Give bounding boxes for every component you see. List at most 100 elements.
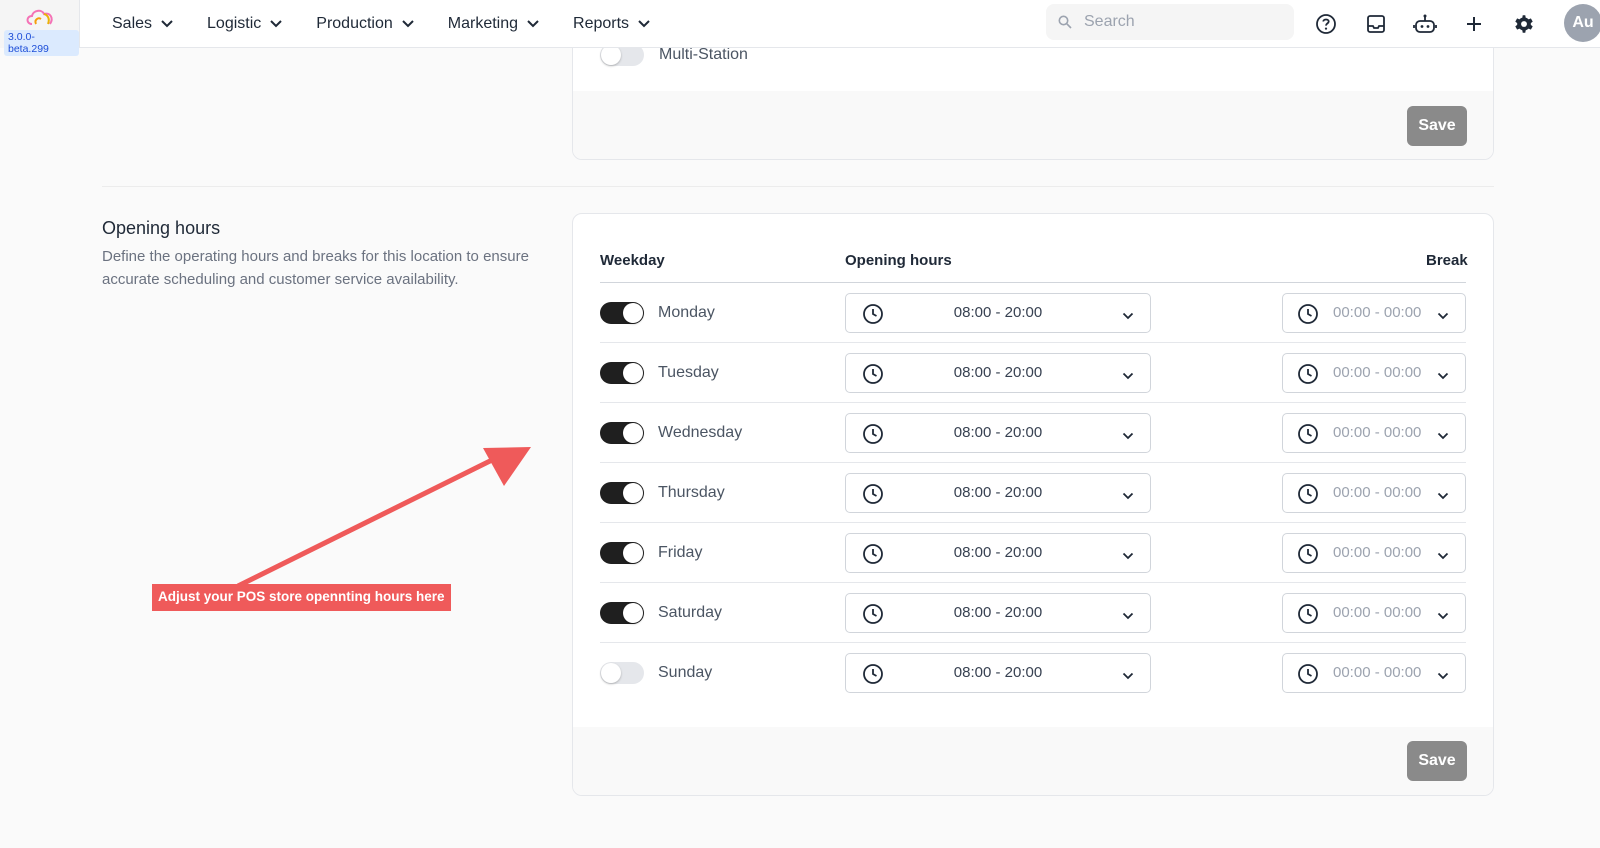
clock-icon xyxy=(1297,663,1319,690)
chevron-down-icon xyxy=(1122,487,1134,505)
break-hours-value: 00:00 - 00:00 xyxy=(1333,664,1422,681)
search-icon xyxy=(1058,15,1072,29)
weekday-row: Saturday 08:00 - 20:00 00:00 - 00:00 xyxy=(600,582,1466,642)
break-hours-value: 00:00 - 00:00 xyxy=(1333,424,1422,441)
opening-hours-value: 08:00 - 20:00 xyxy=(953,664,1043,681)
break-hours-select[interactable]: 00:00 - 00:00 xyxy=(1282,353,1466,393)
section-description: Define the operating hours and breaks fo… xyxy=(102,248,529,288)
nav-production[interactable]: Production xyxy=(316,15,414,33)
break-hours-select[interactable]: 00:00 - 00:00 xyxy=(1282,593,1466,633)
opening-hours-header: Opening hours xyxy=(845,252,952,269)
chevron-down-icon xyxy=(1122,667,1134,685)
chevron-down-icon xyxy=(1122,547,1134,565)
day-enabled-toggle[interactable] xyxy=(600,602,644,624)
version-badge: 3.0.0-beta.299 xyxy=(4,29,79,56)
weekday-row: Tuesday 08:00 - 20:00 00:00 - 00:00 xyxy=(600,342,1466,402)
break-hours-select[interactable]: 00:00 - 00:00 xyxy=(1282,533,1466,573)
chevron-down-icon xyxy=(1437,307,1449,325)
day-label: Tuesday xyxy=(658,364,719,381)
nav-sales[interactable]: Sales xyxy=(112,15,173,33)
card-footer: Save xyxy=(573,727,1493,795)
day-label: Friday xyxy=(658,544,703,561)
nav-logistic[interactable]: Logistic xyxy=(207,15,282,33)
search-input[interactable]: Search xyxy=(1046,4,1294,40)
annotation-label: Adjust your POS store opennting hours he… xyxy=(152,584,451,611)
app-logo[interactable]: 3.0.0-beta.299 xyxy=(0,0,80,56)
chevron-down-icon xyxy=(1437,487,1449,505)
opening-hours-value: 08:00 - 20:00 xyxy=(953,484,1043,501)
chevron-down-icon xyxy=(270,19,282,27)
clock-icon xyxy=(1297,423,1319,450)
break-hours-select[interactable]: 00:00 - 00:00 xyxy=(1282,653,1466,693)
opening-hours-select[interactable]: 08:00 - 20:00 xyxy=(845,653,1151,693)
opening-hours-value: 08:00 - 20:00 xyxy=(953,424,1043,441)
opening-hours-select[interactable]: 08:00 - 20:00 xyxy=(845,533,1151,573)
save-button[interactable]: Save xyxy=(1407,106,1467,146)
day-enabled-toggle[interactable] xyxy=(600,662,644,684)
chevron-down-icon xyxy=(527,19,539,27)
section-divider xyxy=(102,186,1494,187)
nav-label: Marketing xyxy=(447,14,519,32)
nav-marketing[interactable]: Marketing xyxy=(448,15,539,33)
day-enabled-toggle[interactable] xyxy=(600,302,644,324)
weekday-row: Sunday 08:00 - 20:00 00:00 - 00:00 xyxy=(600,642,1466,702)
clock-icon xyxy=(1297,303,1319,330)
day-enabled-toggle[interactable] xyxy=(600,422,644,444)
day-label: Thursday xyxy=(658,484,725,501)
break-hours-select[interactable]: 00:00 - 00:00 xyxy=(1282,293,1466,333)
clock-icon xyxy=(1297,603,1319,630)
chevron-down-icon xyxy=(1122,307,1134,325)
weekday-row: Friday 08:00 - 20:00 00:00 - 00:00 xyxy=(600,522,1466,582)
chevron-down-icon xyxy=(161,19,173,27)
plus-icon[interactable] xyxy=(1460,10,1488,38)
cloud-logo-icon xyxy=(26,9,53,25)
day-label: Wednesday xyxy=(658,424,743,441)
day-enabled-toggle[interactable] xyxy=(600,542,644,564)
break-hours-value: 00:00 - 00:00 xyxy=(1333,364,1422,381)
chevron-down-icon xyxy=(1437,607,1449,625)
weekday-header: Weekday xyxy=(600,252,665,269)
break-hours-value: 00:00 - 00:00 xyxy=(1333,304,1422,321)
nav-label: Logistic xyxy=(207,14,262,32)
weekday-row: Thursday 08:00 - 20:00 00:00 - 00:00 xyxy=(600,462,1466,522)
chevron-down-icon xyxy=(1122,367,1134,385)
bot-icon[interactable] xyxy=(1411,10,1439,38)
clock-icon xyxy=(1297,543,1319,570)
nav-label: Production xyxy=(316,14,393,32)
chevron-down-icon xyxy=(1122,427,1134,445)
day-enabled-toggle[interactable] xyxy=(600,482,644,504)
opening-hours-select[interactable]: 08:00 - 20:00 xyxy=(845,353,1151,393)
opening-hours-select[interactable]: 08:00 - 20:00 xyxy=(845,293,1151,333)
nav-reports[interactable]: Reports xyxy=(573,15,650,33)
section-title: Opening hours xyxy=(102,218,221,238)
break-hours-value: 00:00 - 00:00 xyxy=(1333,604,1422,621)
top-navigation-bar: 3.0.0-beta.299 Sales Logistic Production… xyxy=(0,0,1600,56)
weekday-row: Wednesday 08:00 - 20:00 00:00 - 00:00 xyxy=(600,402,1466,462)
opening-hours-select[interactable]: 08:00 - 20:00 xyxy=(845,593,1151,633)
day-label: Monday xyxy=(658,304,715,321)
chevron-down-icon xyxy=(638,19,650,27)
help-circle-icon[interactable] xyxy=(1312,10,1340,38)
search-placeholder: Search xyxy=(1084,13,1135,30)
chevron-down-icon xyxy=(1437,667,1449,685)
main-nav: Sales Logistic Production Marketing Repo… xyxy=(112,15,684,33)
opening-hours-value: 08:00 - 20:00 xyxy=(953,604,1043,621)
nav-label: Sales xyxy=(112,14,153,32)
opening-hours-select[interactable]: 08:00 - 20:00 xyxy=(845,473,1151,513)
chevron-down-icon xyxy=(1437,427,1449,445)
day-label: Saturday xyxy=(658,604,723,621)
gear-icon[interactable] xyxy=(1510,10,1538,38)
opening-hours-value: 08:00 - 20:00 xyxy=(953,304,1043,321)
break-hours-select[interactable]: 00:00 - 00:00 xyxy=(1282,413,1466,453)
clock-icon xyxy=(1297,483,1319,510)
avatar[interactable]: Au xyxy=(1564,4,1600,42)
chevron-down-icon xyxy=(402,19,414,27)
chevron-down-icon xyxy=(1437,367,1449,385)
save-button[interactable]: Save xyxy=(1407,741,1467,781)
opening-hours-value: 08:00 - 20:00 xyxy=(953,364,1043,381)
multi-station-label: Multi-Station xyxy=(659,46,748,63)
inbox-icon[interactable] xyxy=(1362,10,1390,38)
break-hours-select[interactable]: 00:00 - 00:00 xyxy=(1282,473,1466,513)
day-enabled-toggle[interactable] xyxy=(600,362,644,384)
opening-hours-select[interactable]: 08:00 - 20:00 xyxy=(845,413,1151,453)
